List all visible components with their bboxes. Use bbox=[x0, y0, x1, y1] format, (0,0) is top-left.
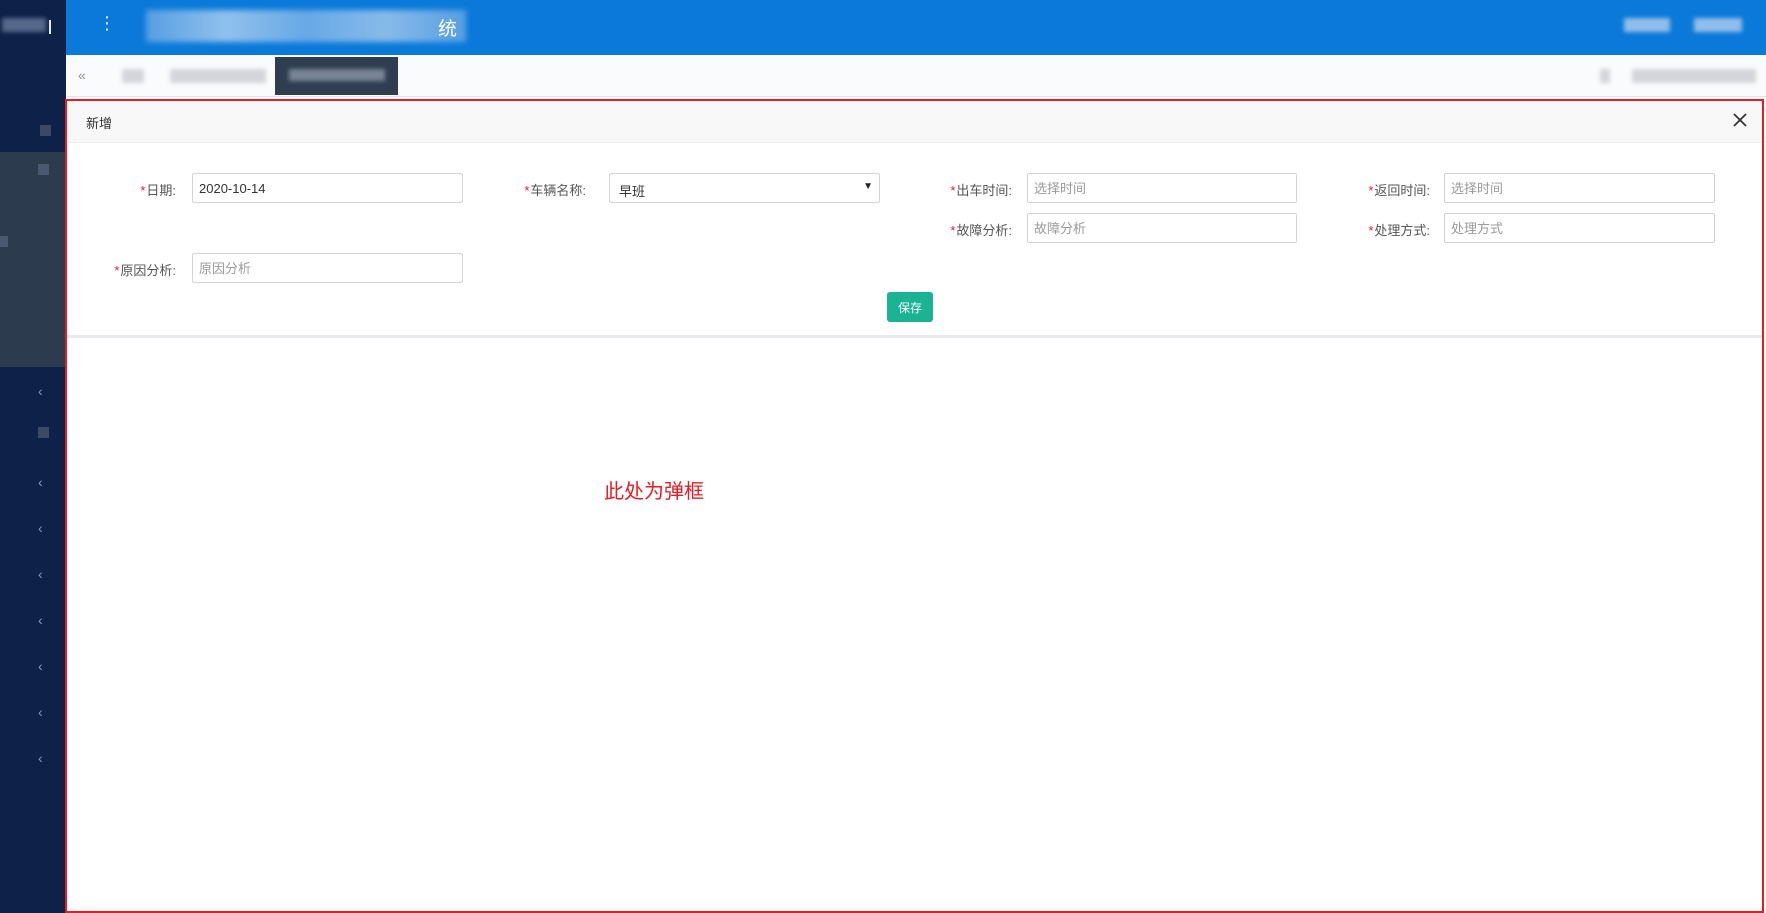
sidebar-item-icon[interactable] bbox=[40, 125, 51, 136]
chevron-left-icon[interactable]: ‹ bbox=[38, 659, 48, 673]
ellipsis-vertical-icon[interactable]: ⋮ bbox=[98, 14, 116, 32]
tab-strip: « bbox=[66, 55, 1766, 97]
tab-blurred[interactable] bbox=[170, 69, 266, 83]
chevron-left-icon[interactable]: ‹ bbox=[38, 613, 48, 627]
close-icon[interactable] bbox=[1730, 110, 1750, 130]
dialog-form: *日期: *车辆名称: 早班 ▼ *出车时间: *返回时间: *故障分析: *处… bbox=[67, 144, 1762, 338]
tab-actions-blurred[interactable] bbox=[1632, 69, 1756, 83]
dialog-title: 新增 bbox=[86, 116, 113, 131]
tab-scroll-right-blurred[interactable] bbox=[1600, 69, 1610, 83]
sidebar-item-marker bbox=[0, 236, 8, 247]
logout-blurred[interactable] bbox=[1694, 18, 1742, 32]
user-menu-blurred[interactable] bbox=[1624, 18, 1670, 32]
app-title-blurred bbox=[146, 10, 466, 42]
tab-home-blurred[interactable] bbox=[122, 69, 144, 83]
tab-active[interactable] bbox=[275, 57, 398, 95]
sidebar: ‹ ‹ ‹ ‹ ‹ ‹ ‹ ‹ bbox=[0, 0, 66, 913]
double-chevron-left-icon[interactable]: « bbox=[78, 67, 86, 83]
return-time-label: *返回时间: bbox=[1368, 183, 1430, 198]
chevron-left-icon[interactable]: ‹ bbox=[38, 705, 48, 719]
sidebar-active-group bbox=[0, 152, 66, 367]
app-title-tail: 统 bbox=[438, 19, 458, 40]
handling-input[interactable] bbox=[1444, 213, 1715, 243]
chevron-left-icon[interactable]: ‹ bbox=[38, 521, 48, 535]
handling-label: *处理方式: bbox=[1368, 223, 1430, 238]
sidebar-item-icon[interactable] bbox=[38, 427, 49, 438]
dialog-header: 新增 bbox=[67, 101, 1762, 143]
save-button[interactable]: 保存 bbox=[887, 292, 933, 322]
top-header: ⋮ 统 bbox=[66, 0, 1766, 55]
chevron-left-icon[interactable]: ‹ bbox=[38, 751, 48, 765]
sidebar-brand bbox=[0, 10, 66, 40]
return-time-input[interactable] bbox=[1444, 173, 1715, 203]
chevron-left-icon[interactable]: ‹ bbox=[38, 567, 48, 581]
chevron-left-icon[interactable]: ‹ bbox=[38, 384, 48, 398]
tab-active-label-blurred bbox=[289, 69, 385, 81]
add-dialog: 新增 *日期: *车辆名称: 早班 ▼ *出车时间: *返回时间: *故障分析: bbox=[65, 99, 1764, 913]
brand-logo-blurred bbox=[2, 18, 46, 32]
brand-divider bbox=[49, 20, 51, 34]
cause-analysis-label: *原因分析: bbox=[114, 263, 176, 278]
sidebar-item-icon[interactable] bbox=[38, 164, 49, 175]
annotation-note: 此处为弹框 bbox=[604, 481, 704, 503]
cause-analysis-input[interactable] bbox=[192, 253, 463, 283]
chevron-left-icon[interactable]: ‹ bbox=[38, 475, 48, 489]
